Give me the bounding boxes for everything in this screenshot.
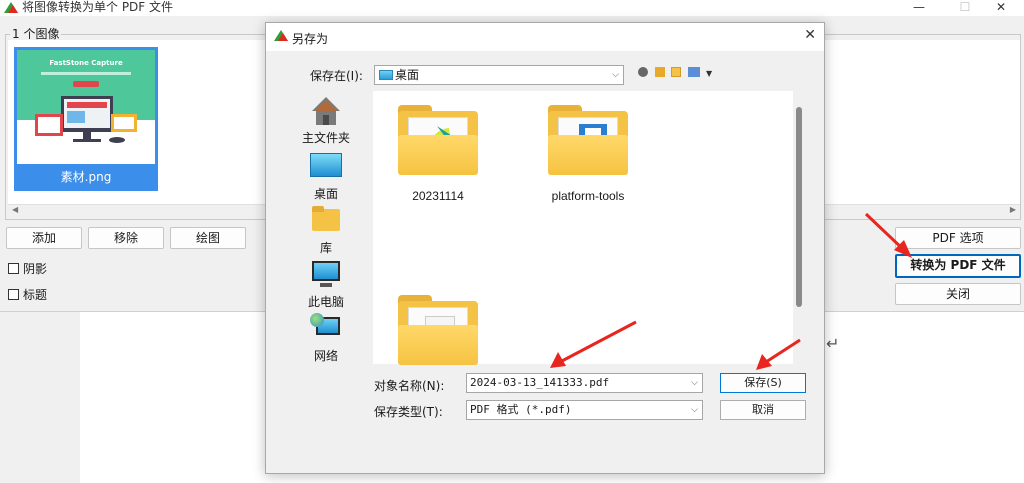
desktop-folder-icon [379, 70, 393, 80]
main-window-title: 将图像转换为单个 PDF 文件 [22, 0, 174, 14]
save-as-dialog: 另存为 ✕ 保存在(I): 桌面 ⌵ ▼ 主文件夹 桌面 库 此电脑 网络 20… [265, 22, 825, 474]
paragraph-mark: ↵ [826, 334, 840, 353]
chevron-down-icon: ⌵ [612, 70, 619, 80]
view-menu-icon[interactable] [687, 67, 700, 77]
folder-icon [398, 105, 478, 175]
shadow-checkbox[interactable]: 阴影 [8, 262, 47, 276]
place-home[interactable]: 主文件夹 [286, 95, 366, 146]
caption-checkbox[interactable]: 标题 [8, 288, 47, 302]
place-network-label: 网络 [313, 349, 338, 363]
image-thumbnail[interactable]: FastStone Capture 素材.png [14, 47, 158, 191]
folder-item[interactable]: 20231114 [383, 105, 493, 203]
pdf-options-button[interactable]: PDF 选项 [895, 227, 1021, 249]
folder-item[interactable]: platform-tools [533, 105, 643, 203]
computer-icon [310, 259, 342, 291]
home-icon [310, 95, 342, 127]
place-library[interactable]: 库 [286, 205, 366, 256]
save-button[interactable]: 保存(S) [720, 373, 806, 393]
folder-icon [548, 105, 628, 175]
minimize-button[interactable]: — [896, 0, 942, 16]
folder-name: 20231114 [412, 189, 464, 203]
close-window-button[interactable]: ✕ [978, 0, 1024, 16]
network-icon [310, 313, 342, 345]
thumbnail-preview: FastStone Capture [17, 50, 155, 164]
place-desktop-label: 桌面 [313, 187, 338, 201]
cancel-button[interactable]: 取消 [720, 400, 806, 420]
filetype-value: PDF 格式 (*.pdf) [470, 403, 572, 416]
dialog-app-icon [274, 30, 288, 41]
places-bar: 主文件夹 桌面 库 此电脑 网络 [286, 91, 366, 436]
shadow-label: 阴影 [23, 262, 48, 276]
convert-to-pdf-button[interactable]: 转换为 PDF 文件 [895, 254, 1021, 278]
scroll-right-icon[interactable]: ▶ [1010, 205, 1016, 214]
dialog-title: 另存为 [292, 32, 329, 46]
vertical-scrollbar[interactable] [793, 91, 805, 364]
place-this-pc-label: 此电脑 [307, 295, 344, 309]
place-network[interactable]: 网络 [286, 313, 366, 364]
navigation-toolbar: ▼ [638, 66, 713, 79]
add-button[interactable]: 添加 [6, 227, 82, 249]
filename-input[interactable]: 2024-03-13_141333.pdf ⌵ [466, 373, 703, 393]
main-title-bar: 将图像转换为单个 PDF 文件 — ☐ ✕ [0, 0, 1024, 16]
app-logo-icon [4, 2, 18, 13]
remove-button[interactable]: 移除 [88, 227, 164, 249]
filename-label: 对象名称(N): [374, 379, 445, 393]
thumbnail-caption: 素材.png [60, 170, 112, 184]
folder-name: platform-tools [551, 189, 625, 203]
save-in-dropdown[interactable]: 桌面 ⌵ [374, 65, 624, 85]
dialog-title-bar: 另存为 ✕ [266, 23, 824, 51]
file-list[interactable]: 20231114 platform-tools [373, 91, 803, 365]
scrollbar-thumb[interactable] [796, 107, 802, 307]
save-in-label: 保存在(I): [310, 69, 363, 83]
desktop-icon [310, 151, 342, 183]
close-button[interactable]: 关闭 [895, 283, 1021, 305]
folder-item[interactable] [383, 295, 493, 379]
draw-button[interactable]: 绘图 [170, 227, 246, 249]
up-folder-icon[interactable] [654, 67, 665, 77]
library-folder-icon [310, 205, 342, 237]
filename-chevron-down-icon[interactable]: ⌵ [691, 374, 698, 392]
scroll-left-icon[interactable]: ◀ [12, 205, 18, 214]
caption-checkbox-box[interactable] [8, 289, 19, 300]
folder-icon [398, 295, 478, 365]
save-in-value: 桌面 [395, 68, 420, 82]
filename-value: 2024-03-13_141333.pdf [470, 376, 610, 389]
place-library-label: 库 [319, 241, 332, 255]
filetype-label: 保存类型(T): [374, 405, 443, 419]
filetype-dropdown[interactable]: PDF 格式 (*.pdf) ⌵ [466, 400, 703, 420]
new-folder-icon[interactable] [671, 67, 681, 77]
place-this-pc[interactable]: 此电脑 [286, 259, 366, 310]
caption-label: 标题 [23, 288, 48, 302]
thumbnail-brand: FastStone Capture [49, 59, 123, 67]
shadow-checkbox-box[interactable] [8, 263, 19, 274]
image-count-label: 1 个图像 [10, 27, 62, 41]
dialog-close-icon[interactable]: ✕ [804, 27, 816, 43]
place-desktop[interactable]: 桌面 [286, 151, 366, 202]
filetype-chevron-down-icon[interactable]: ⌵ [691, 401, 698, 419]
back-icon[interactable] [638, 67, 648, 77]
view-menu-dropdown-icon[interactable]: ▼ [706, 69, 713, 78]
devices-illustration [35, 96, 137, 143]
place-home-label: 主文件夹 [301, 131, 350, 145]
